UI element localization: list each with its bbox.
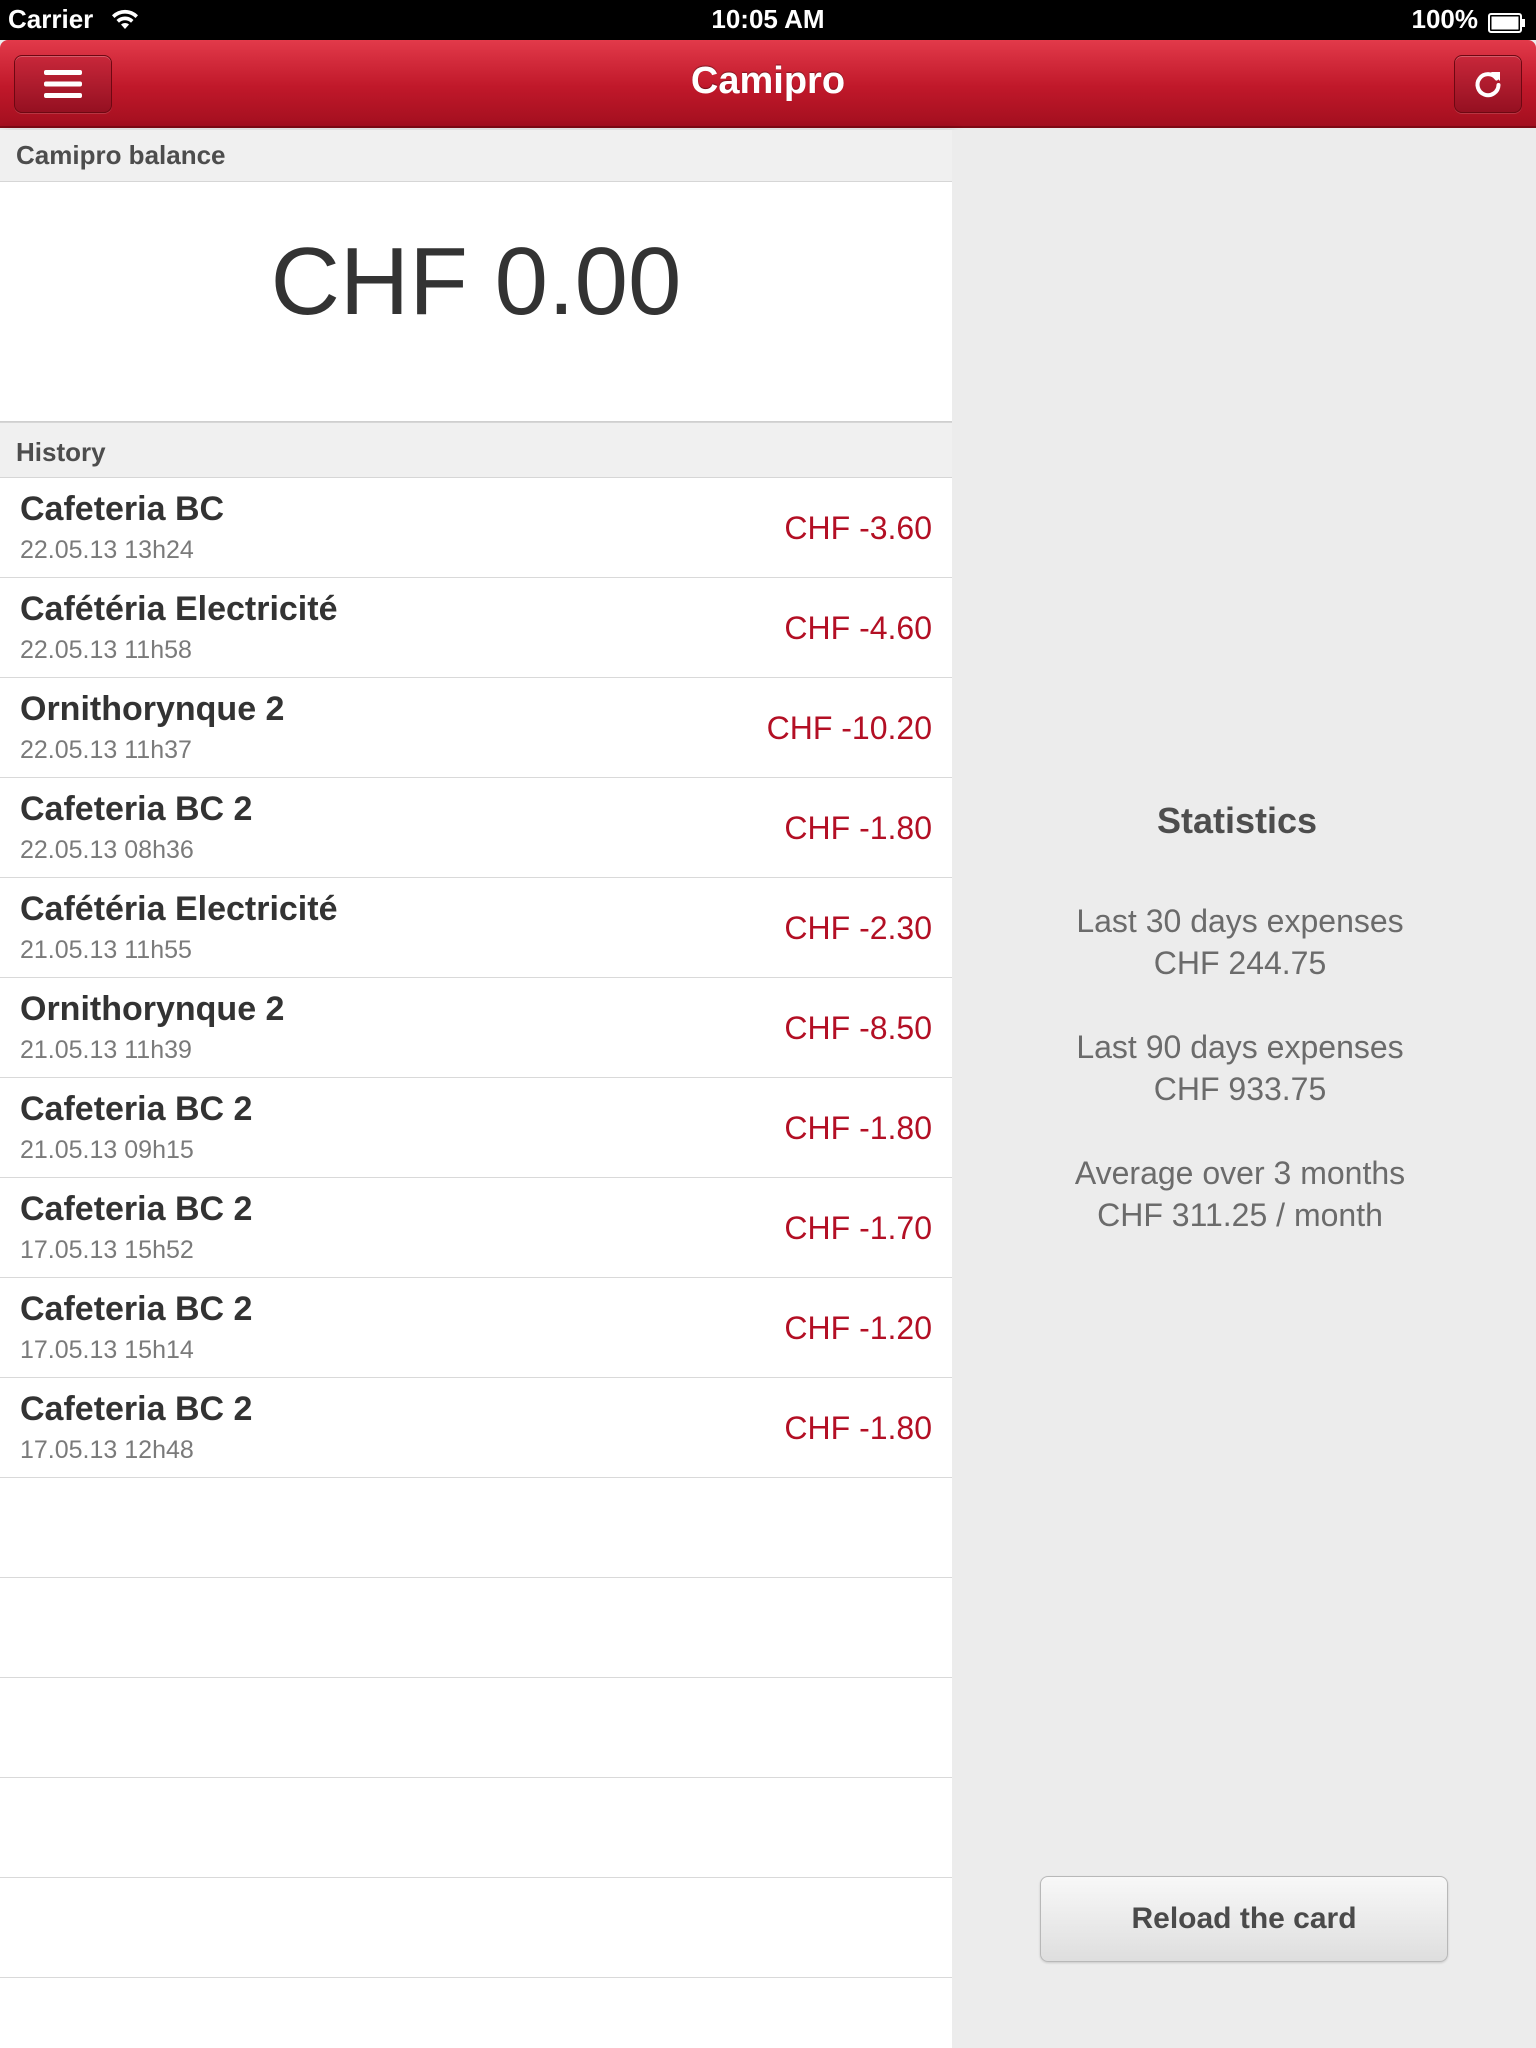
history-date: 21.05.13 09h15 <box>20 1136 194 1164</box>
history-section-header: History <box>0 422 952 478</box>
empty-row <box>0 1978 952 2048</box>
stat-last-90-days: Last 90 days expenses CHF 933.75 <box>952 1026 1528 1110</box>
stat-value: CHF 244.75 <box>1153 945 1327 981</box>
history-date: 17.05.13 12h48 <box>20 1436 194 1464</box>
history-date: 17.05.13 15h52 <box>20 1236 194 1264</box>
history-amount: CHF -1.80 <box>784 810 932 846</box>
history-amount: CHF -10.20 <box>766 710 932 746</box>
empty-row <box>0 1578 952 1678</box>
history-place: Cafeteria BC 2 <box>20 1190 253 1228</box>
history-date: 17.05.13 15h14 <box>20 1336 194 1364</box>
status-bar: Carrier 10:05 AM 100% <box>0 0 1536 40</box>
balance-card: CHF 0.00 <box>0 182 952 422</box>
history-amount: CHF -8.50 <box>784 1010 932 1046</box>
history-row[interactable]: Cafeteria BC 2 22.05.13 08h36 CHF -1.80 <box>0 778 952 878</box>
history-row[interactable]: Cafeteria BC 22.05.13 13h24 CHF -3.60 <box>0 478 952 578</box>
history-amount: CHF -1.80 <box>784 1410 932 1446</box>
history-place: Cafeteria BC 2 <box>20 1290 253 1328</box>
empty-row <box>0 1878 952 1978</box>
balance-value: CHF 0.00 <box>270 228 682 335</box>
stat-last-30-days: Last 30 days expenses CHF 244.75 <box>952 900 1528 984</box>
history-row[interactable]: Cafeteria BC 2 21.05.13 09h15 CHF -1.80 <box>0 1078 952 1178</box>
history-date: 21.05.13 11h39 <box>20 1036 192 1064</box>
history-row[interactable]: Cafeteria BC 2 17.05.13 12h48 CHF -1.80 <box>0 1378 952 1478</box>
history-amount: CHF -1.70 <box>784 1210 932 1246</box>
history-amount: CHF -2.30 <box>784 910 932 946</box>
history-date: 21.05.13 11h55 <box>20 936 192 964</box>
history-place: Cafeteria BC 2 <box>20 790 253 828</box>
empty-row <box>0 1478 952 1578</box>
history-date: 22.05.13 13h24 <box>20 536 194 564</box>
history-date: 22.05.13 08h36 <box>20 836 194 864</box>
history-place: Ornithorynque 2 <box>20 690 285 728</box>
history-place: Ornithorynque 2 <box>20 990 285 1028</box>
reload-card-button[interactable]: Reload the card <box>1040 1876 1448 1962</box>
history-amount: CHF -1.80 <box>784 1110 932 1146</box>
refresh-button[interactable] <box>1454 55 1522 113</box>
history-place: Cafétéria Electricité <box>20 590 338 628</box>
history-date: 22.05.13 11h37 <box>20 736 192 764</box>
statistics-panel: Statistics Last 30 days expenses CHF 244… <box>952 130 1536 2048</box>
stat-value: CHF 933.75 <box>1153 1071 1327 1107</box>
app-root: Carrier 10:05 AM 100% Camipro Camipro ba… <box>0 0 1536 2048</box>
history-row[interactable]: Cafeteria BC 2 17.05.13 15h14 CHF -1.20 <box>0 1278 952 1378</box>
clock: 10:05 AM <box>711 4 825 34</box>
stat-average: Average over 3 months CHF 311.25 / month <box>952 1152 1528 1236</box>
stat-label: Last 90 days expenses <box>1076 1029 1404 1065</box>
history-row[interactable]: Ornithorynque 2 22.05.13 11h37 CHF -10.2… <box>0 678 952 778</box>
history-amount: CHF -3.60 <box>784 510 932 546</box>
refresh-icon <box>1475 72 1501 98</box>
history-place: Cafeteria BC <box>20 490 225 528</box>
history-row[interactable]: Cafétéria Electricité 21.05.13 11h55 CHF… <box>0 878 952 978</box>
battery-percentage: 100% <box>1411 4 1479 34</box>
history-row[interactable]: Cafétéria Electricité 22.05.13 11h58 CHF… <box>0 578 952 678</box>
stat-label: Last 30 days expenses <box>1076 903 1404 939</box>
balance-history-panel: Camipro balance CHF 0.00 History Cafeter… <box>0 130 952 2048</box>
history-place: Cafeteria BC 2 <box>20 1090 253 1128</box>
empty-row <box>0 1678 952 1778</box>
history-place: Cafeteria BC 2 <box>20 1390 253 1428</box>
page-title: Camipro <box>690 60 846 102</box>
stat-label: Average over 3 months <box>1074 1155 1406 1191</box>
statistics-title: Statistics <box>1156 800 1318 841</box>
history-list: Cafeteria BC 22.05.13 13h24 CHF -3.60 Ca… <box>0 478 952 2048</box>
history-place: Cafétéria Electricité <box>20 890 338 928</box>
history-amount: CHF -1.20 <box>784 1310 932 1346</box>
history-row[interactable]: Cafeteria BC 2 17.05.13 15h52 CHF -1.70 <box>0 1178 952 1278</box>
balance-section-header: Camipro balance <box>0 130 952 182</box>
history-row[interactable]: Ornithorynque 2 21.05.13 11h39 CHF -8.50 <box>0 978 952 1078</box>
history-date: 22.05.13 11h58 <box>20 636 192 664</box>
battery-icon <box>1488 9 1526 33</box>
empty-row <box>0 1778 952 1878</box>
navigation-bar: Camipro <box>0 40 1536 128</box>
history-amount: CHF -4.60 <box>784 610 932 646</box>
stat-value: CHF 311.25 / month <box>1097 1197 1383 1233</box>
